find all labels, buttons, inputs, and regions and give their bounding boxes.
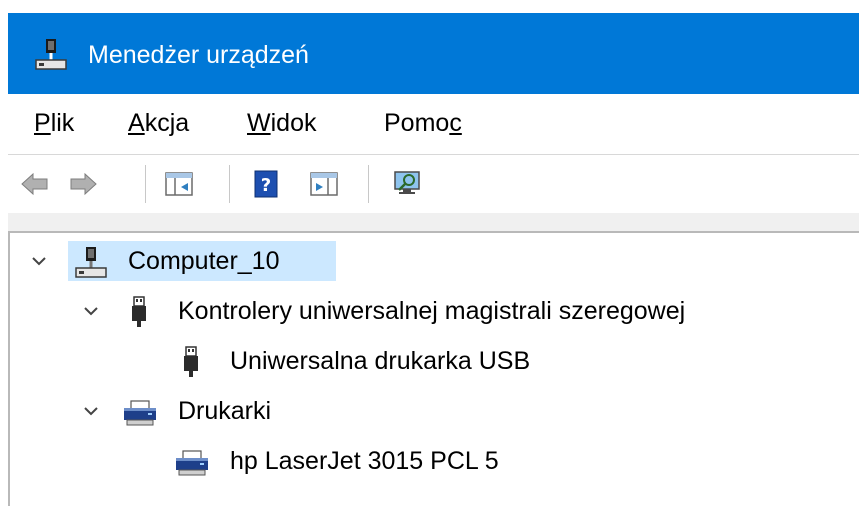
tree-node-hp-laserjet[interactable]: hp LaserJet 3015 PCL 5 [10,441,859,481]
help-icon[interactable]: ? [252,169,282,199]
tree-node-usb-controllers[interactable]: Kontrolery uniwersalnej magistrali szere… [10,291,859,331]
printer-icon [124,400,156,426]
device-tree: Computer_10 Kontrolery uniwersalnej magi… [8,231,859,506]
back-arrow-icon[interactable] [20,169,50,199]
menu-bar: Plik Akcja Widok Pomoc [8,94,859,155]
chevron-down-icon[interactable] [82,402,100,420]
window-title: Menedżer urządzeń [88,41,309,69]
toolbar-separator [229,165,230,203]
usb-plug-icon [132,296,146,327]
chevron-down-icon[interactable] [82,302,100,320]
forward-arrow-icon[interactable] [68,169,98,199]
tree-node-computer[interactable]: Computer_10 [10,241,859,281]
device-manager-icon [35,39,67,70]
menu-action[interactable]: Akcja [128,108,189,138]
show-hide-action-pane-icon[interactable] [309,169,339,199]
tree-node-label: hp LaserJet 3015 PCL 5 [230,447,499,475]
menu-file[interactable]: Plik [34,108,74,138]
tree-node-label: Kontrolery uniwersalnej magistrali szere… [178,297,686,325]
title-bar[interactable]: Menedżer urządzeń [8,13,859,94]
menu-view[interactable]: Widok [247,108,316,138]
computer-icon [75,247,107,278]
usb-plug-icon [184,346,198,377]
show-hide-console-tree-icon[interactable] [164,169,194,199]
tree-node-printers[interactable]: Drukarki [10,391,859,431]
tree-node-label: Drukarki [178,397,272,425]
toolbar: ? [8,155,859,213]
chevron-down-icon[interactable] [30,252,48,270]
toolbar-separator [368,165,369,203]
toolbar-divider-strip [8,213,859,231]
toolbar-separator [145,165,146,203]
menu-help[interactable]: Pomoc [384,108,462,138]
tree-node-label: Uniwersalna drukarka USB [230,347,531,375]
tree-node-usb-printer[interactable]: Uniwersalna drukarka USB [10,341,859,381]
printer-icon [176,450,208,476]
tree-node-label: Computer_10 [128,247,280,275]
scan-hardware-icon[interactable] [392,169,422,199]
svg-text:?: ? [261,175,271,196]
